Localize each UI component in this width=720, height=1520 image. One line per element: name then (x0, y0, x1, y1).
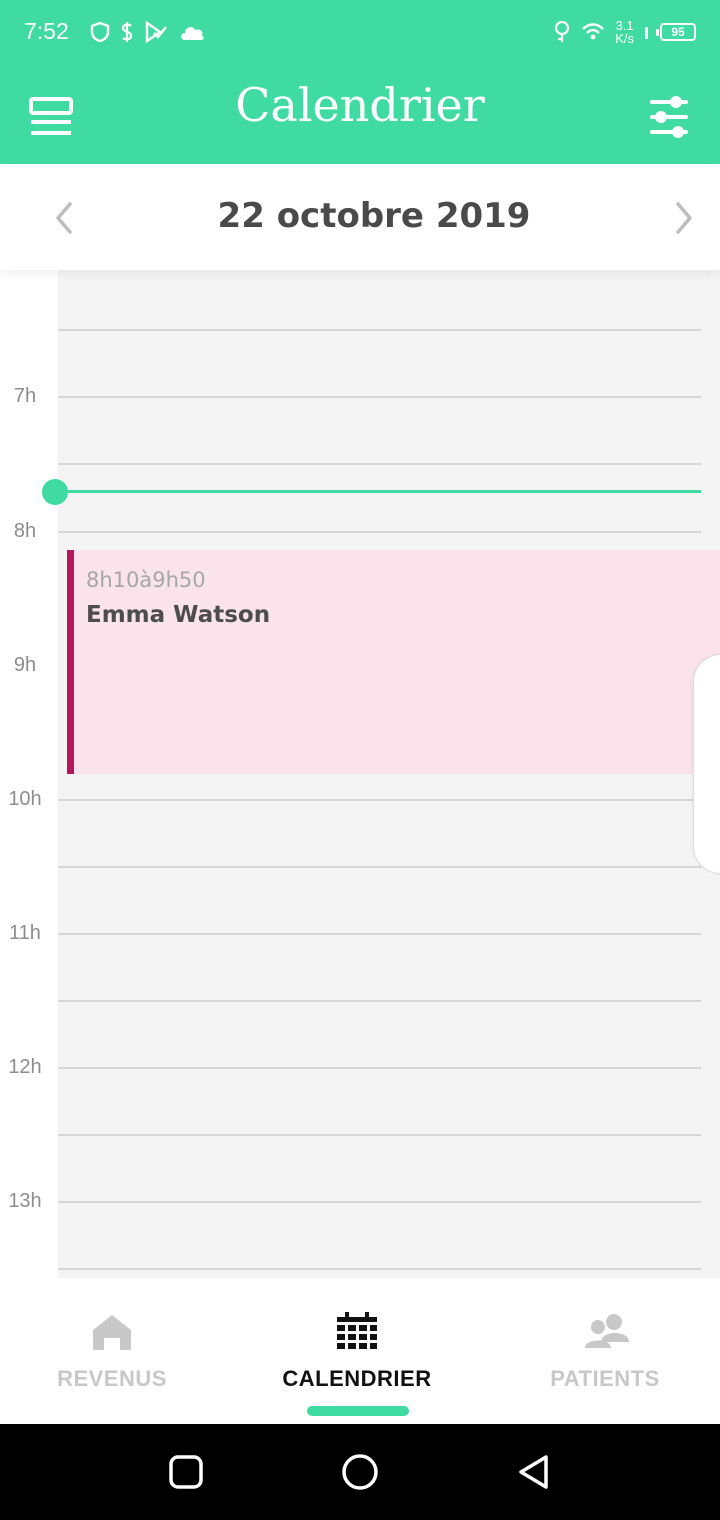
shield-icon (90, 21, 110, 43)
grid-line (58, 1201, 701, 1203)
hour-label: 9h (13, 654, 37, 676)
app-bar: Calendrier (0, 64, 720, 164)
date-navigation: 22 octobre 2019 (0, 164, 720, 270)
grid-line (58, 1268, 701, 1270)
current-date: 22 octobre 2019 (217, 196, 531, 236)
tab-revenus[interactable]: REVENUS (0, 1278, 232, 1424)
tab-patients[interactable]: PATIENTS (485, 1278, 720, 1424)
calendar-grid-area[interactable] (58, 270, 720, 1278)
tab-label: CALENDRIER (282, 1366, 432, 1391)
tab-label: PATIENTS (550, 1366, 660, 1391)
page-title: Calendrier (235, 78, 485, 132)
recents-button[interactable] (164, 1450, 208, 1494)
appointment-event[interactable]: 8h10à9h50 Emma Watson (67, 550, 720, 774)
system-navigation-bar (0, 1424, 720, 1520)
top-bar: 7:52 3.1 K/s 95 Calendrier (0, 0, 720, 164)
status-bar: 7:52 3.1 K/s 95 (0, 0, 720, 64)
cloud-icon (181, 27, 204, 40)
battery-level: 95 (671, 25, 685, 39)
home-icon (90, 1312, 134, 1352)
status-left-icons (90, 18, 206, 46)
chevron-right-icon[interactable] (668, 200, 698, 236)
grid-line (58, 866, 701, 868)
status-right-icons: 3.1 K/s 95 (553, 14, 696, 50)
grid-line (58, 933, 701, 935)
event-patient-name: Emma Watson (86, 602, 271, 628)
home-button[interactable] (338, 1450, 382, 1494)
dollar-icon (121, 22, 133, 42)
location-pin-icon (555, 20, 570, 42)
grid-line (58, 329, 701, 331)
grid-line (58, 1067, 701, 1069)
sliders-icon[interactable] (648, 94, 690, 140)
signal-icon (645, 27, 648, 39)
grid-line (58, 1134, 701, 1136)
back-button[interactable] (512, 1450, 556, 1494)
tab-calendrier[interactable]: CALENDRIER (237, 1278, 477, 1424)
net-speed: 3.1 K/s (615, 19, 634, 45)
grid-line (58, 531, 701, 533)
hour-label: 8h (13, 520, 37, 542)
event-time: 8h10à9h50 (86, 568, 206, 592)
net-speed-unit: K/s (615, 31, 634, 46)
play-check-icon (145, 21, 167, 43)
grid-line (58, 396, 701, 398)
grid-line (58, 463, 701, 465)
hour-label: 11h (9, 922, 41, 944)
status-time: 7:52 (24, 18, 69, 44)
wifi-icon (582, 23, 605, 40)
users-icon (583, 1312, 629, 1352)
hour-label: 7h (13, 385, 37, 407)
active-tab-indicator (307, 1406, 409, 1416)
current-time-line (58, 490, 701, 493)
calendar-grid-icon (335, 1312, 379, 1352)
grid-line (58, 1000, 701, 1002)
hour-label: 12h (8, 1056, 42, 1078)
grid-line (58, 799, 701, 801)
tab-label: REVENUS (57, 1366, 167, 1391)
current-time-dot (42, 479, 68, 505)
battery-icon: 95 (656, 23, 696, 41)
hour-label: 10h (8, 788, 42, 810)
side-drawer-handle[interactable] (693, 654, 720, 874)
calendar-day-view[interactable]: 7h 8h 9h 10h 11h 12h 13h 8h10à9h50 Emma … (0, 270, 720, 1278)
hour-label: 13h (8, 1190, 42, 1212)
bottom-navigation: REVENUS CALENDRIER PATIENTS (0, 1278, 720, 1424)
